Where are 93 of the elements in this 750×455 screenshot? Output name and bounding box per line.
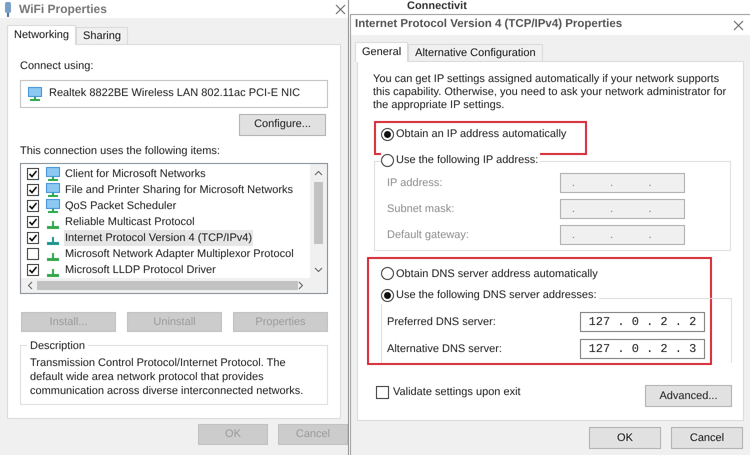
description-text: Transmission Control Protocol/Internet Protocol. The default wide area network protocol that provides communication across diverse interconnected networks. — [30, 356, 304, 398]
network-icon — [47, 253, 59, 261]
checkbox[interactable] — [27, 200, 39, 212]
separator: . — [617, 314, 625, 332]
separator: . — [610, 202, 614, 217]
separator: . — [674, 341, 682, 358]
separator: . — [648, 228, 652, 243]
checkbox[interactable] — [27, 264, 39, 276]
field-label: Alternative DNS server: — [387, 342, 502, 357]
octet: 3 — [689, 341, 696, 358]
radio-button[interactable] — [381, 267, 394, 280]
separator: . — [610, 228, 614, 243]
list-item[interactable]: Internet Protocol Version 4 (TCP/IPv4) — [64, 230, 254, 246]
octet: 127 — [588, 314, 610, 332]
checkbox-label[interactable]: Validate settings upon exit — [393, 384, 521, 400]
list-item[interactable]: Microsoft Network Adapter Multiplexor Protocol — [64, 246, 295, 262]
separator: . — [646, 314, 654, 332]
ip-address-field[interactable]: . . . — [560, 199, 685, 219]
window-title: WiFi Properties — [19, 1, 108, 18]
scroll-down-icon — [314, 267, 323, 273]
separator: . — [572, 202, 575, 217]
checkbox[interactable] — [27, 216, 39, 228]
octet: 2 — [660, 341, 668, 358]
network-icon — [47, 269, 59, 277]
scroll-right-icon — [298, 281, 304, 290]
tab[interactable]: Sharing — [76, 27, 128, 44]
separator: . — [572, 176, 575, 191]
background-window-text: Connectivit — [407, 0, 467, 13]
radio-label[interactable]: Use the following DNS server addresses: — [396, 287, 597, 304]
radio-button[interactable] — [381, 288, 394, 302]
configure-button[interactable]: Configure... — [239, 114, 326, 136]
ip-address-field[interactable]: . . . — [560, 173, 685, 193]
dialog-button[interactable]: Cancel — [671, 427, 743, 449]
network-icon — [47, 221, 59, 229]
wifi-adapter-icon — [3, 2, 13, 16]
radio-label[interactable]: Obtain DNS server address automatically — [396, 266, 598, 282]
network-icon — [47, 237, 59, 245]
checkbox[interactable] — [376, 386, 389, 398]
vertical-scrollbar[interactable] — [310, 164, 327, 293]
field-label: Default gateway: — [387, 228, 469, 243]
separator: . — [648, 176, 652, 191]
separator: . — [610, 176, 614, 191]
separator: . — [617, 341, 625, 358]
list-item[interactable]: Reliable Multicast Protocol — [64, 214, 196, 230]
separator: . — [648, 202, 652, 217]
octet: 127 — [588, 341, 610, 358]
section-label: This connection uses the following items: — [20, 144, 221, 158]
check-icon — [28, 265, 38, 275]
radio-button[interactable] — [381, 128, 394, 140]
field-label: Connect using: — [20, 59, 94, 74]
ip-address-field[interactable]: 127 . 0 . 2 . 2 — [580, 312, 705, 332]
list-item[interactable]: Microsoft LLDP Protocol Driver — [64, 262, 217, 278]
group-title: Description — [27, 338, 88, 354]
checkbox[interactable] — [27, 232, 39, 244]
tab[interactable]: Networking — [7, 25, 76, 45]
list-item[interactable]: QoS Packet Scheduler — [64, 198, 178, 214]
checkbox[interactable] — [27, 248, 39, 260]
advanced-button[interactable]: Advanced... — [645, 385, 732, 407]
horizontal-scrollbar[interactable] — [21, 278, 310, 293]
radio-label[interactable]: Obtain an IP address automatically — [396, 126, 566, 142]
field-label: Preferred DNS server: — [387, 314, 496, 330]
octet: 0 — [632, 314, 639, 332]
list-item[interactable]: File and Printer Sharing for Microsoft Networks — [64, 182, 294, 198]
scroll-left-icon — [27, 281, 33, 290]
field-label: IP address: — [387, 176, 442, 191]
monitor-icon — [27, 86, 43, 102]
octet: 2 — [689, 314, 696, 332]
checkbox[interactable] — [27, 168, 39, 180]
close-icon — [733, 20, 744, 30]
window-title: Internet Protocol Version 4 (TCP/IPv4) Properties — [355, 17, 624, 32]
field-label: Subnet mask: — [387, 202, 454, 217]
intro-text: You can get IP settings assigned automatically if your network supports this capability. Otherwise, you need to ask your network administrator for the appropriate IP settings. — [373, 73, 728, 112]
separator: . — [674, 314, 682, 332]
close-icon — [335, 4, 346, 14]
scroll-thumb[interactable] — [36, 281, 298, 290]
scroll-up-icon — [314, 170, 323, 176]
octet: 2 — [660, 314, 668, 332]
separator: . — [572, 228, 575, 243]
octet: 0 — [632, 341, 639, 358]
monitor-icon — [45, 166, 61, 182]
dialog-button[interactable]: OK — [589, 427, 661, 449]
tab[interactable]: General — [355, 42, 408, 62]
ip-address-field[interactable]: 127 . 0 . 2 . 3 — [580, 339, 705, 360]
radio-button[interactable] — [381, 154, 394, 166]
list-item[interactable]: Client for Microsoft Networks — [64, 166, 207, 182]
separator: . — [646, 341, 654, 358]
monitor-icon — [45, 198, 61, 214]
tab[interactable]: Alternative Configuration — [408, 44, 543, 61]
checkbox[interactable] — [27, 184, 39, 196]
ip-address-field[interactable]: . . . — [560, 225, 685, 245]
adapter-name: Realtek 8822BE Wireless LAN 802.11ac PCI-E NIC — [49, 86, 300, 102]
monitor-icon — [45, 182, 61, 198]
scroll-thumb[interactable] — [314, 182, 323, 244]
